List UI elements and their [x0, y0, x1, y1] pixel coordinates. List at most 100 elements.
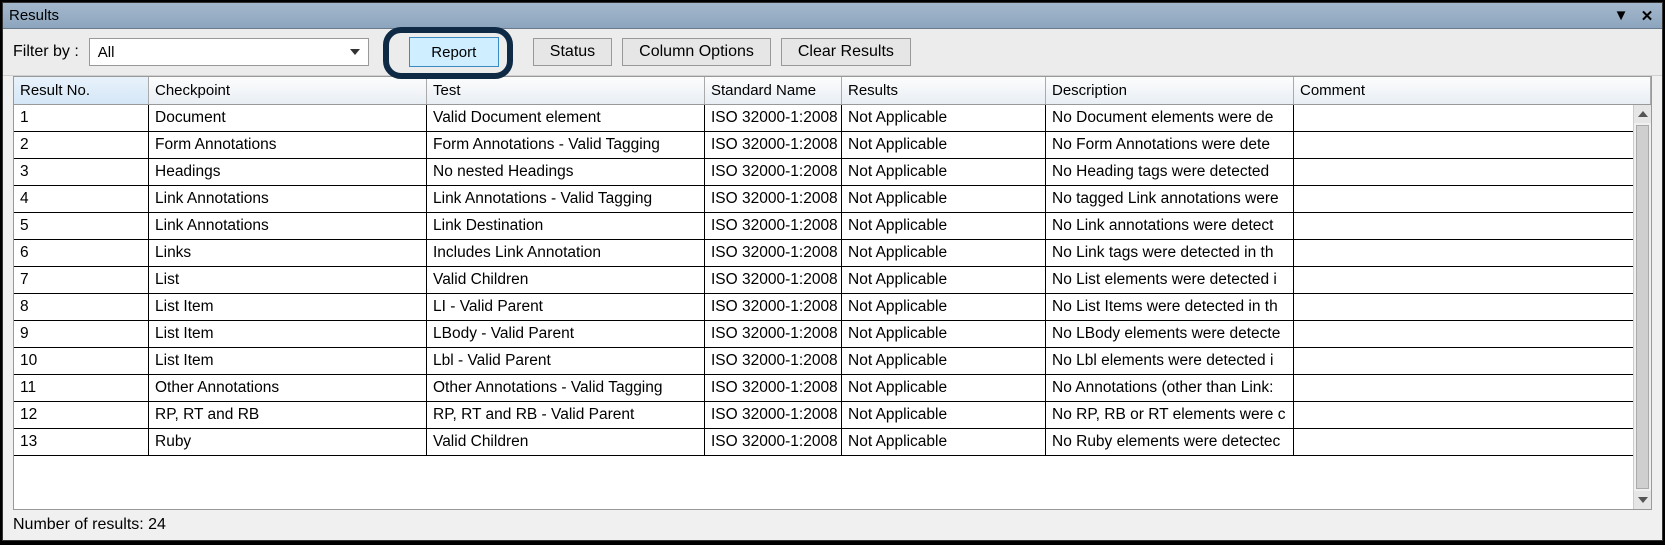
- filter-select[interactable]: All: [89, 38, 369, 66]
- table-row[interactable]: 10List ItemLbl - Valid ParentISO 32000-1…: [14, 348, 1633, 375]
- cell-res: Not Applicable: [842, 402, 1046, 428]
- cell-test: Valid Document element: [427, 105, 705, 131]
- close-icon[interactable]: ✕: [1638, 7, 1656, 25]
- cell-std: ISO 32000-1:2008: [705, 267, 842, 293]
- cell-std: ISO 32000-1:2008: [705, 321, 842, 347]
- titlebar: Results ▼ ✕: [3, 3, 1662, 29]
- window-title: Results: [9, 7, 1612, 24]
- cell-cp: Headings: [149, 159, 427, 185]
- results-grid: Result No. Checkpoint Test Standard Name…: [13, 76, 1652, 510]
- cell-std: ISO 32000-1:2008: [705, 240, 842, 266]
- filter-label: Filter by :: [13, 43, 79, 61]
- cell-test: Lbl - Valid Parent: [427, 348, 705, 374]
- cell-std: ISO 32000-1:2008: [705, 375, 842, 401]
- cell-desc: No List elements were detected i: [1046, 267, 1294, 293]
- report-button[interactable]: Report: [409, 37, 499, 67]
- cell-desc: No LBody elements were detecte: [1046, 321, 1294, 347]
- table-row[interactable]: 2Form AnnotationsForm Annotations - Vali…: [14, 132, 1633, 159]
- cell-desc: No Document elements were de: [1046, 105, 1294, 131]
- column-header-description[interactable]: Description: [1046, 77, 1294, 104]
- cell-cmt: [1294, 186, 1633, 212]
- cell-res: Not Applicable: [842, 375, 1046, 401]
- table-row[interactable]: 11Other AnnotationsOther Annotations - V…: [14, 375, 1633, 402]
- table-row[interactable]: 1DocumentValid Document elementISO 32000…: [14, 105, 1633, 132]
- cell-test: Valid Children: [427, 267, 705, 293]
- cell-std: ISO 32000-1:2008: [705, 159, 842, 185]
- status-button[interactable]: Status: [533, 38, 612, 66]
- cell-desc: No Ruby elements were detectec: [1046, 429, 1294, 455]
- cell-desc: No List Items were detected in th: [1046, 294, 1294, 320]
- column-options-button[interactable]: Column Options: [622, 38, 771, 66]
- cell-cmt: [1294, 159, 1633, 185]
- table-row[interactable]: 4Link AnnotationsLink Annotations - Vali…: [14, 186, 1633, 213]
- table-row[interactable]: 12RP, RT and RBRP, RT and RB - Valid Par…: [14, 402, 1633, 429]
- cell-cp: List Item: [149, 321, 427, 347]
- cell-std: ISO 32000-1:2008: [705, 105, 842, 131]
- cell-std: ISO 32000-1:2008: [705, 402, 842, 428]
- table-row[interactable]: 13RubyValid ChildrenISO 32000-1:2008Not …: [14, 429, 1633, 456]
- cell-cp: Links: [149, 240, 427, 266]
- cell-no: 13: [14, 429, 149, 455]
- table-row[interactable]: 9List ItemLBody - Valid ParentISO 32000-…: [14, 321, 1633, 348]
- grid-body: 1DocumentValid Document elementISO 32000…: [14, 105, 1651, 509]
- cell-cp: Other Annotations: [149, 375, 427, 401]
- cell-cp: Form Annotations: [149, 132, 427, 158]
- cell-cp: Document: [149, 105, 427, 131]
- cell-std: ISO 32000-1:2008: [705, 348, 842, 374]
- cell-res: Not Applicable: [842, 348, 1046, 374]
- cell-res: Not Applicable: [842, 294, 1046, 320]
- scroll-down-icon[interactable]: [1634, 491, 1651, 509]
- scrollbar-thumb[interactable]: [1636, 125, 1649, 489]
- cell-test: No nested Headings: [427, 159, 705, 185]
- cell-no: 3: [14, 159, 149, 185]
- cell-test: Other Annotations - Valid Tagging: [427, 375, 705, 401]
- column-header-checkpoint[interactable]: Checkpoint: [149, 77, 427, 104]
- cell-desc: No Link annotations were detect: [1046, 213, 1294, 239]
- cell-desc: No Lbl elements were detected i: [1046, 348, 1294, 374]
- column-header-result-no[interactable]: Result No.: [14, 77, 149, 104]
- scroll-up-icon[interactable]: [1634, 105, 1651, 123]
- cell-std: ISO 32000-1:2008: [705, 132, 842, 158]
- cell-res: Not Applicable: [842, 267, 1046, 293]
- toolbar: Filter by : All Report Status Column Opt…: [3, 29, 1662, 76]
- cell-cp: List Item: [149, 294, 427, 320]
- cell-std: ISO 32000-1:2008: [705, 294, 842, 320]
- cell-no: 10: [14, 348, 149, 374]
- cell-cp: List: [149, 267, 427, 293]
- cell-res: Not Applicable: [842, 105, 1046, 131]
- cell-desc: No Link tags were detected in th: [1046, 240, 1294, 266]
- column-header-results[interactable]: Results: [842, 77, 1046, 104]
- filter-value: All: [98, 44, 115, 61]
- cell-no: 8: [14, 294, 149, 320]
- cell-desc: No Form Annotations were dete: [1046, 132, 1294, 158]
- cell-std: ISO 32000-1:2008: [705, 429, 842, 455]
- dropdown-icon[interactable]: ▼: [1612, 7, 1630, 25]
- cell-cmt: [1294, 375, 1633, 401]
- cell-test: Link Annotations - Valid Tagging: [427, 186, 705, 212]
- table-row[interactable]: 7ListValid ChildrenISO 32000-1:2008Not A…: [14, 267, 1633, 294]
- cell-res: Not Applicable: [842, 429, 1046, 455]
- column-header-comment[interactable]: Comment: [1294, 77, 1651, 104]
- cell-test: Valid Children: [427, 429, 705, 455]
- column-header-standard[interactable]: Standard Name: [705, 77, 842, 104]
- cell-res: Not Applicable: [842, 186, 1046, 212]
- cell-no: 12: [14, 402, 149, 428]
- table-row[interactable]: 8List ItemLI - Valid ParentISO 32000-1:2…: [14, 294, 1633, 321]
- cell-test: Form Annotations - Valid Tagging: [427, 132, 705, 158]
- cell-cmt: [1294, 267, 1633, 293]
- table-row[interactable]: 5Link AnnotationsLink DestinationISO 320…: [14, 213, 1633, 240]
- clear-results-button[interactable]: Clear Results: [781, 38, 911, 66]
- cell-cmt: [1294, 348, 1633, 374]
- column-header-test[interactable]: Test: [427, 77, 705, 104]
- cell-res: Not Applicable: [842, 240, 1046, 266]
- cell-no: 6: [14, 240, 149, 266]
- vertical-scrollbar[interactable]: [1633, 105, 1651, 509]
- cell-cp: Link Annotations: [149, 213, 427, 239]
- cell-cmt: [1294, 132, 1633, 158]
- cell-cp: Ruby: [149, 429, 427, 455]
- table-row[interactable]: 6LinksIncludes Link AnnotationISO 32000-…: [14, 240, 1633, 267]
- cell-test: LI - Valid Parent: [427, 294, 705, 320]
- titlebar-controls: ▼ ✕: [1612, 7, 1656, 25]
- result-count: Number of results: 24: [13, 516, 166, 533]
- table-row[interactable]: 3HeadingsNo nested HeadingsISO 32000-1:2…: [14, 159, 1633, 186]
